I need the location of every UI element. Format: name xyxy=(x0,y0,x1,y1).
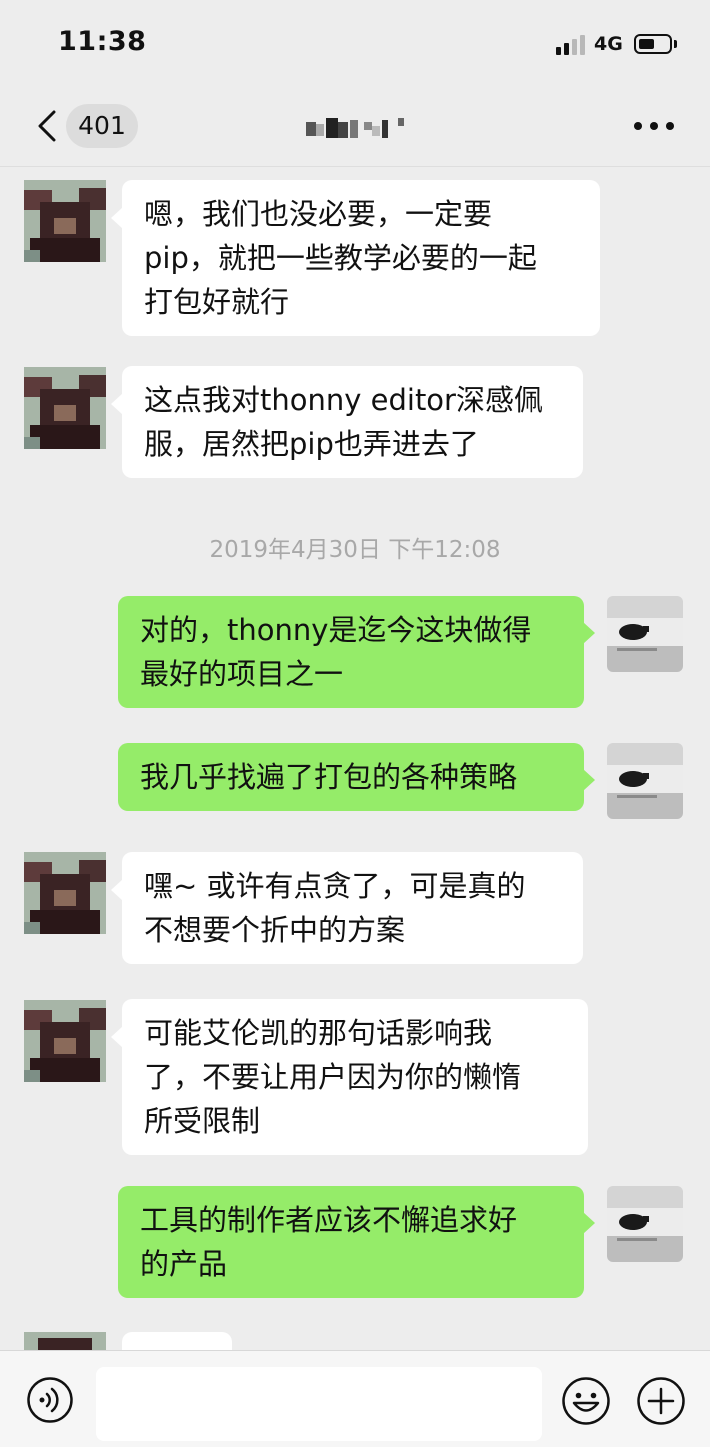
battery-icon xyxy=(634,34,672,54)
message-bubble-incoming[interactable]: 这点我对thonny editor深感佩 服，居然把pip也弄进去了 xyxy=(111,366,583,478)
chat-header: 401 xyxy=(0,90,710,167)
network-type: 4G xyxy=(594,33,623,55)
input-bar xyxy=(0,1350,710,1447)
message-bubble-outgoing[interactable]: 对的，thonny是迄今这块做得 最好的项目之一 xyxy=(118,596,595,708)
my-avatar[interactable] xyxy=(607,743,683,819)
message-bubble-outgoing[interactable]: 我几乎找遍了打包的各种策略 xyxy=(118,743,595,811)
avatar-pixelated-icon xyxy=(24,367,106,449)
contact-avatar[interactable] xyxy=(24,1000,106,1082)
contact-avatar[interactable] xyxy=(24,180,106,262)
status-bar: 11:38 4G xyxy=(0,0,710,90)
contact-avatar[interactable] xyxy=(24,852,106,934)
message-bubble-incoming[interactable]: 嘿~ 或许有点贪了，可是真的 不想要个折中的方案 xyxy=(111,852,583,964)
message-input[interactable] xyxy=(96,1367,542,1441)
plus-icon[interactable] xyxy=(636,1376,686,1426)
contact-avatar[interactable] xyxy=(24,367,106,449)
voice-icon[interactable] xyxy=(26,1376,74,1424)
message-bubble-outgoing[interactable]: 工具的制作者应该不懈追求好 的产品 xyxy=(118,1186,595,1298)
message-bubble-incoming-partial[interactable] xyxy=(111,1332,232,1381)
message-bubble-incoming[interactable]: 嗯，我们也没必要，一定要 pip，就把一些教学必要的一起 打包好就行 xyxy=(111,180,600,336)
my-avatar[interactable] xyxy=(607,596,683,672)
more-dots-icon[interactable] xyxy=(632,116,676,136)
battery-tip xyxy=(674,40,677,48)
unread-count-badge[interactable]: 401 xyxy=(66,104,138,148)
avatar-pixelated-icon xyxy=(24,180,106,262)
avatar-landscape-icon xyxy=(607,1186,683,1262)
avatar-pixelated-icon xyxy=(24,1332,106,1350)
avatar-landscape-icon xyxy=(607,743,683,819)
avatar-pixelated-icon xyxy=(24,1000,106,1082)
message-bubble-incoming[interactable]: 可能艾伦凯的那句话影响我 了，不要让用户因为你的懒惰 所受限制 xyxy=(111,999,588,1155)
contact-avatar-partial[interactable] xyxy=(24,1332,106,1350)
avatar-pixelated-icon xyxy=(24,852,106,934)
message-timestamp: 2019年4月30日 下午12:08 xyxy=(209,537,501,563)
chevron-left-icon[interactable] xyxy=(30,106,70,146)
avatar-landscape-icon xyxy=(607,596,683,672)
emoji-icon[interactable] xyxy=(561,1376,611,1426)
chat-title-redacted xyxy=(306,118,412,140)
status-time: 11:38 xyxy=(58,26,147,57)
my-avatar[interactable] xyxy=(607,1186,683,1262)
signal-icon xyxy=(556,35,590,55)
